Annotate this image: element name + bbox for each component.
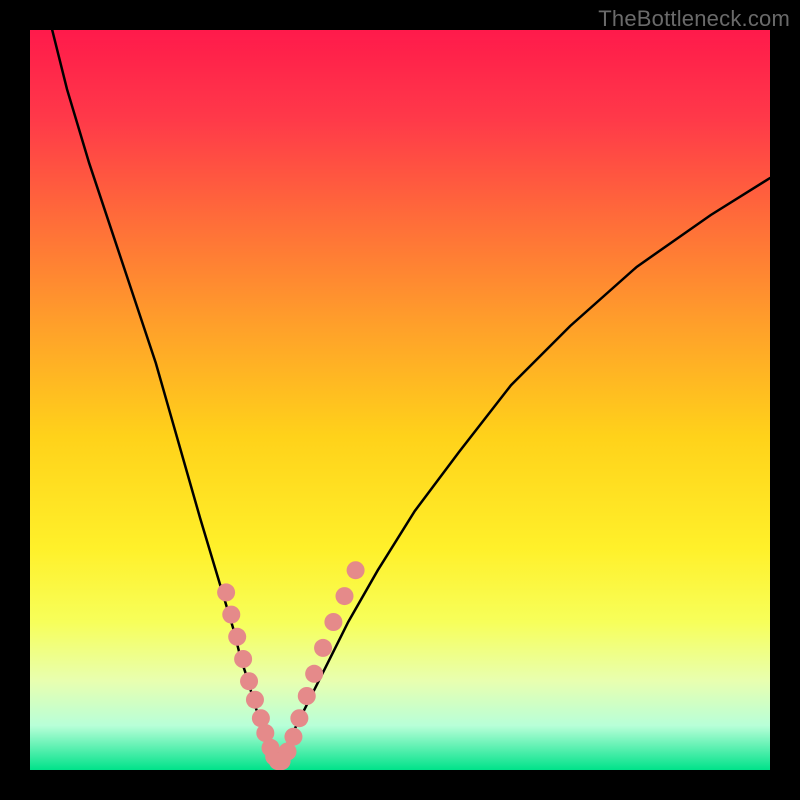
marker-point	[305, 665, 323, 683]
marker-point	[234, 650, 252, 668]
marker-point	[222, 606, 240, 624]
marker-point	[246, 691, 264, 709]
plot-area	[30, 30, 770, 770]
chart-svg	[30, 30, 770, 770]
marker-point	[217, 583, 235, 601]
marker-point	[314, 639, 332, 657]
marker-point	[284, 728, 302, 746]
right-curve	[278, 178, 770, 763]
outer-frame: TheBottleneck.com	[0, 0, 800, 800]
marker-point	[347, 561, 365, 579]
marker-point	[298, 687, 316, 705]
watermark-text: TheBottleneck.com	[598, 6, 790, 32]
marker-point	[336, 587, 354, 605]
marker-point	[228, 628, 246, 646]
markers	[217, 561, 365, 770]
marker-point	[290, 709, 308, 727]
marker-point	[240, 672, 258, 690]
marker-point	[324, 613, 342, 631]
